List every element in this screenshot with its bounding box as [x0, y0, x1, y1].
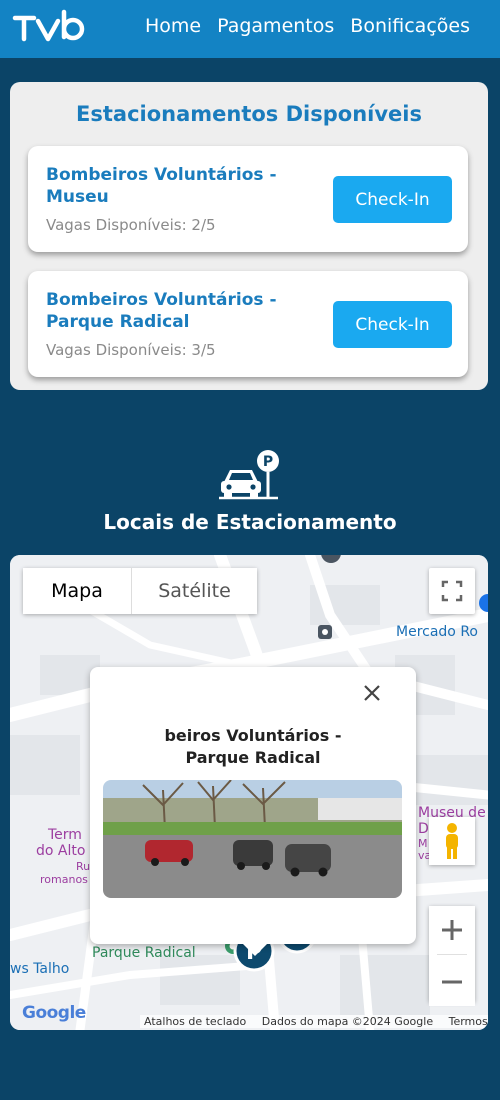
map-info-window: beiros Voluntários - Parque Radical [90, 667, 416, 956]
plus-icon [442, 920, 462, 940]
zoom-control [429, 906, 475, 1006]
map-label: do Alto [36, 843, 86, 859]
zoom-divider [437, 954, 467, 955]
map-type-map-button[interactable]: Mapa [23, 568, 131, 614]
map-type-satellite-button[interactable]: Satélite [131, 568, 257, 614]
parking-map[interactable]: Mercado Ro Museu de D M va Term do Alto … [10, 555, 488, 1030]
parking-lot-photo [103, 780, 402, 898]
nav-home[interactable]: Home [145, 15, 201, 37]
section-title: Locais de Estacionamento [103, 510, 397, 534]
map-label: romanos [40, 873, 88, 886]
info-window-close-button[interactable] [360, 681, 384, 705]
svg-text:P: P [263, 454, 273, 470]
zoom-out-button[interactable] [429, 958, 475, 1006]
check-in-button[interactable]: Check-In [333, 176, 452, 223]
top-navbar: Home Pagamentos Bonificações [0, 0, 500, 58]
info-window-title: beiros Voluntários - Parque Radical [164, 726, 342, 767]
map-label: D [418, 821, 429, 837]
parking-lot-availability: Vagas Disponíveis: 3/5 [46, 341, 216, 359]
keyboard-shortcuts-link[interactable]: Atalhos de teclado [144, 1015, 246, 1028]
minus-icon [442, 980, 462, 984]
map-label: ws Talho [10, 961, 70, 977]
parking-lot-card: Bombeiros Voluntários - Parque Radical V… [28, 271, 468, 377]
map-label: Parque Radical [92, 945, 196, 961]
parking-lot-availability: Vagas Disponíveis: 2/5 [46, 216, 216, 234]
pegman-icon [446, 823, 458, 859]
map-data-credit: Dados do mapa ©2024 Google [261, 1015, 434, 1028]
street-view-pegman[interactable] [429, 817, 475, 865]
map-label: Mercado Ro [396, 624, 478, 640]
parking-car-icon: P [219, 450, 279, 500]
nav-pagamentos[interactable]: Pagamentos [217, 15, 334, 37]
main-nav: Home Pagamentos Bonificações [145, 15, 470, 37]
close-icon [364, 685, 380, 701]
parking-lot-name: Bombeiros Voluntários - Parque Radical [46, 290, 277, 332]
parking-lot-name: Bombeiros Voluntários - Museu [46, 165, 277, 207]
zoom-in-button[interactable] [429, 906, 475, 954]
map-type-control: Mapa Satélite [23, 568, 257, 614]
google-logo[interactable]: Google [22, 1003, 86, 1023]
map-label: Ru [76, 860, 91, 873]
map-label: Term [48, 827, 82, 843]
map-attribution: Atalhos de teclado Dados do mapa ©2024 G… [140, 1015, 488, 1028]
available-parking-panel: Estacionamentos Disponíveis Bombeiros Vo… [10, 82, 488, 390]
info-window-pointer [243, 944, 267, 956]
terms-link[interactable]: Termos [449, 1015, 488, 1028]
panel-title: Estacionamentos Disponíveis [76, 102, 422, 126]
check-in-button[interactable]: Check-In [333, 301, 452, 348]
fullscreen-icon [441, 580, 463, 602]
tub-logo[interactable] [12, 9, 96, 45]
nav-bonificacoes[interactable]: Bonificações [350, 15, 470, 37]
parking-lot-card: Bombeiros Voluntários - Museu Vagas Disp… [28, 146, 468, 252]
fullscreen-button[interactable] [429, 568, 475, 614]
